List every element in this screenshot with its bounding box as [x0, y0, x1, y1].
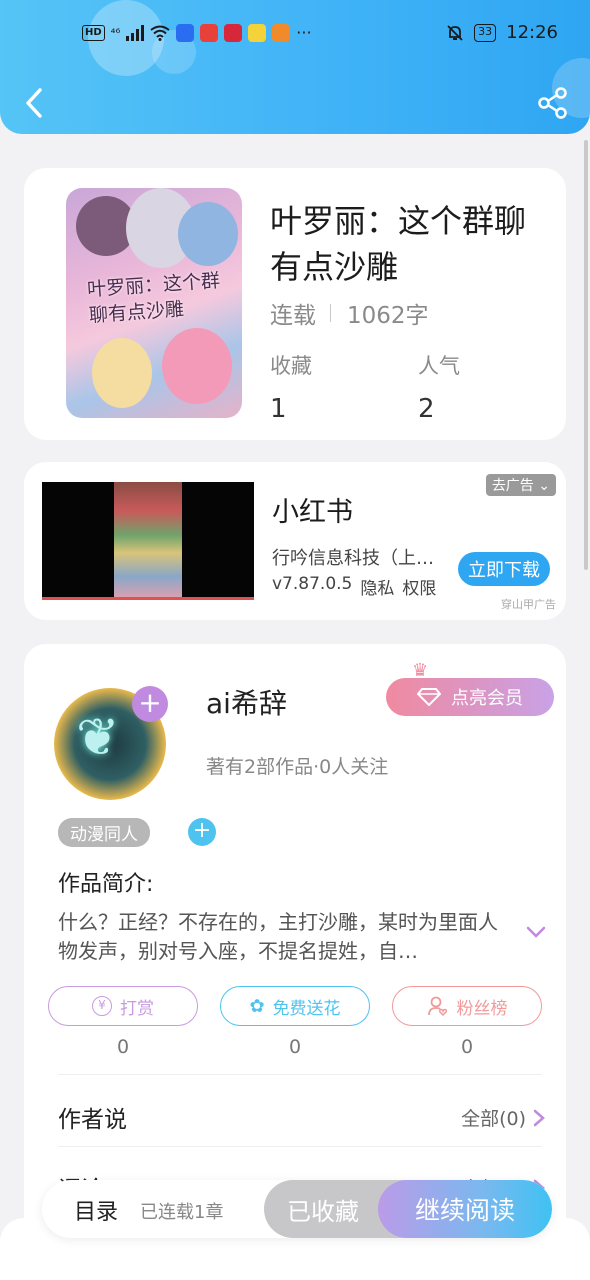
flower-icon: ✿	[249, 995, 265, 1017]
ad-app-name: 小红书	[272, 497, 353, 528]
ad-permissions-link[interactable]: 权限	[402, 574, 436, 599]
favorites-label: 收藏	[270, 354, 312, 378]
author-stats: 著有2部作品·0人关注	[206, 756, 389, 778]
ad-privacy-link[interactable]: 隐私	[360, 574, 394, 599]
share-button[interactable]	[536, 86, 570, 120]
signal-label: ⁴⁶	[110, 26, 121, 40]
favorites-stat: 收藏 1	[270, 350, 312, 424]
butterfly-icon: ❦	[76, 708, 120, 768]
genre-tag[interactable]: 动漫同人	[58, 818, 150, 847]
app-notify-icon	[248, 24, 267, 42]
popularity-stat: 人气 2	[418, 350, 460, 424]
tip-label: 打赏	[120, 998, 154, 1019]
clock: 12:26	[506, 22, 558, 43]
ad-video[interactable]	[42, 482, 254, 600]
ad-video-progress	[42, 597, 254, 600]
book-info-card: 叶罗丽：这个群聊有点沙雕 叶罗丽：这个群聊有点沙雕 连载 1062字 收藏 1 …	[24, 168, 566, 440]
send-flower-button[interactable]: ✿ 免费送花	[220, 986, 370, 1026]
ad-source: 穿山甲广告	[501, 598, 556, 611]
author-card: ❦ + ai希辞 ♛ 点亮会员 著有2部作品·0人关注 动漫同人 + 作品简介:…	[24, 644, 566, 1244]
cover-art	[178, 202, 238, 266]
word-count: 1062字	[347, 303, 429, 329]
author-name[interactable]: ai希辞	[206, 682, 287, 722]
status-left: HD ⁴⁶ ···	[82, 24, 312, 42]
continue-reading-button[interactable]: 继续阅读	[378, 1180, 552, 1238]
wifi-icon	[150, 25, 170, 41]
book-title: 叶罗丽：这个群聊有点沙雕	[270, 202, 527, 286]
remove-ad-label: 去广告	[491, 478, 534, 494]
divider	[58, 1074, 542, 1075]
toc-button[interactable]: 目录	[74, 1194, 118, 1226]
send-flower-label: 免费送花	[272, 998, 341, 1019]
divider	[58, 1146, 542, 1147]
serial-status: 连载	[270, 303, 316, 329]
yen-icon: ¥	[92, 996, 112, 1016]
vip-button[interactable]: 点亮会员	[386, 678, 554, 716]
ad-video-frame	[114, 482, 182, 600]
bottom-action-bar: 目录 已连载1章 已收藏 继续阅读	[42, 1180, 552, 1238]
status-right: 33 12:26	[446, 22, 558, 43]
tip-button[interactable]: ¥ 打赏	[48, 986, 198, 1026]
flower-count: 0	[288, 1036, 302, 1058]
chevron-down-icon: ⌄	[538, 478, 550, 494]
favorited-label: 已收藏	[287, 1197, 359, 1226]
chevron-right-icon	[533, 1109, 545, 1126]
chevron-down-icon	[526, 926, 546, 938]
fan-ranking-label: 粉丝榜	[456, 998, 508, 1019]
more-notifications-icon: ···	[296, 23, 312, 42]
fan-ranking-button[interactable]: 粉丝榜	[392, 986, 542, 1026]
author-says-label: 作者说	[58, 1107, 127, 1133]
fan-ranking-count: 0	[460, 1036, 474, 1058]
popularity-label: 人气	[418, 354, 460, 378]
ad-company: 行吟信息科技（上…	[272, 548, 434, 569]
intro-text: 什么？正经？不存在的，主打沙雕，某时为里面人物发声，别对号入座，不提名提姓，自…	[58, 910, 498, 963]
back-button[interactable]	[20, 86, 50, 120]
remove-ad-button[interactable]: 去广告 ⌄	[485, 474, 556, 496]
app-notify-icon	[272, 24, 291, 42]
signal-bars-icon	[126, 25, 145, 41]
cover-art	[92, 338, 152, 408]
app-notify-icon	[224, 24, 243, 42]
author-says-all-label: 全部(0)	[461, 1108, 526, 1130]
book-meta: 连载 1062字	[270, 296, 429, 330]
favorites-value: 1	[270, 394, 287, 424]
battery-indicator: 33	[474, 23, 497, 42]
follow-plus-button[interactable]: +	[132, 686, 168, 722]
ad-version: v7.87.0.5	[272, 574, 353, 594]
cover-title-text: 叶罗丽：这个群聊有点沙雕	[86, 269, 221, 327]
top-header: HD ⁴⁶ ··· 33 12:26	[0, 0, 590, 134]
meta-divider	[330, 304, 331, 322]
scrollbar[interactable]	[584, 140, 588, 570]
author-says-all-link[interactable]: 全部(0)	[461, 1104, 546, 1131]
download-button[interactable]: 立即下载	[458, 552, 550, 586]
mute-bell-icon	[447, 24, 463, 41]
cover-art	[162, 328, 232, 404]
vip-label: 点亮会员	[451, 688, 523, 709]
share-icon	[538, 87, 567, 119]
intro-label: 作品简介:	[58, 872, 154, 897]
chevron-left-icon	[26, 88, 42, 118]
popularity-value: 2	[418, 394, 435, 424]
add-tag-button[interactable]: +	[188, 818, 216, 846]
ad-card[interactable]: 去广告 ⌄ 小红书 行吟信息科技（上… v7.87.0.5 隐私 权限 立即下载…	[24, 462, 566, 620]
app-notify-icon	[200, 24, 219, 42]
ad-version-row: v7.87.0.5 隐私 权限	[272, 574, 436, 599]
diamond-icon	[417, 688, 441, 706]
user-heart-icon	[427, 996, 447, 1017]
expand-intro-button[interactable]	[524, 922, 548, 942]
hd-icon: HD	[82, 25, 105, 41]
status-bar: HD ⁴⁶ ··· 33 12:26	[0, 18, 590, 52]
serial-chapter-count: 已连载1章	[140, 1202, 224, 1223]
book-cover[interactable]: 叶罗丽：这个群聊有点沙雕	[66, 188, 242, 418]
app-notify-icon	[176, 24, 195, 42]
tip-count: 0	[116, 1036, 130, 1058]
